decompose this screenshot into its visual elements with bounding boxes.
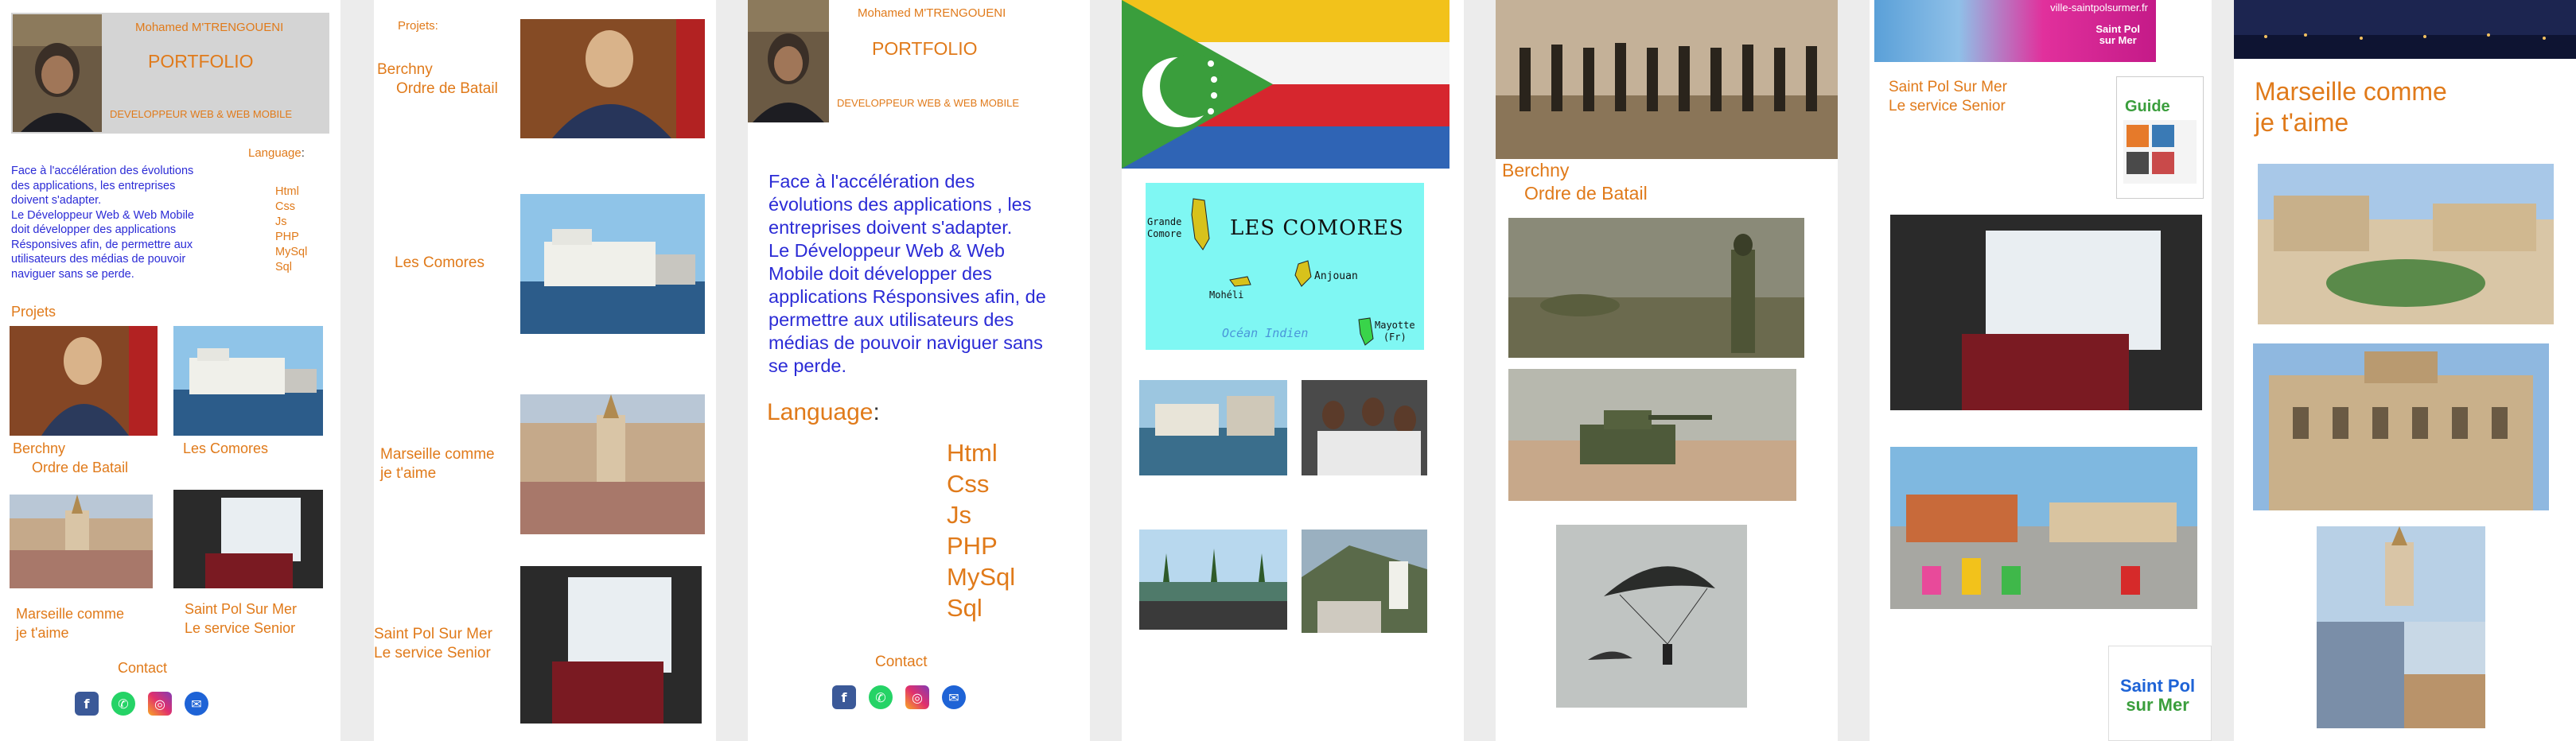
berchny-photo-historic (1496, 0, 1838, 159)
project-label-comores[interactable]: Les Comores (183, 440, 268, 457)
author-name: Mohamed M'TRENGOUENI (858, 6, 1006, 20)
projects-heading-colon: Projets: (398, 19, 438, 33)
comores-photo-beach[interactable] (1139, 530, 1287, 630)
role-text: DEVELOPPEUR WEB & WEB MOBILE (110, 108, 292, 120)
instagram-icon[interactable]: ◎ (905, 685, 929, 709)
project-thumb-comores[interactable] (173, 326, 323, 436)
portfolio-title: PORTFOLIO (148, 51, 254, 72)
comoros-flag-image (1122, 0, 1449, 169)
map-label-grande-comore: Grande Comore (1147, 216, 1182, 239)
author-name: Mohamed M'TRENGOUENI (135, 21, 284, 34)
comoros-map: LES COMORES Grande Comore Mohéli Anjouan … (1146, 183, 1424, 350)
contact-icons: f ✆ ◎ ✉ (75, 692, 208, 716)
saintpol-photo-square[interactable] (1890, 447, 2197, 609)
profile-photo (13, 14, 102, 132)
project-image-berchny[interactable] (520, 19, 705, 138)
saintpol-logo: Saint Pol sur Mer (2120, 676, 2196, 715)
marseille-title: Marseille comme je t'aime (2255, 77, 2447, 137)
guide-brochure: Guide (2116, 76, 2204, 199)
header-box: Mohamed M'TRENGOUENI PORTFOLIO DEVELOPPE… (11, 13, 329, 134)
project-label-saintpol[interactable]: Saint Pol Sur Mer Le service Senior (185, 599, 297, 638)
project-image-saintpol[interactable] (520, 566, 702, 724)
language-label: Language: (248, 146, 305, 160)
portfolio-title: PORTFOLIO (872, 38, 978, 59)
panel-berchny: Berchny Ordre de Batail (1496, 0, 1838, 741)
contact-icons: f ✆ ◎ ✉ (832, 685, 966, 709)
project-label-comores[interactable]: Les Comores (395, 254, 484, 272)
saintpol-photo-interior[interactable] (1890, 215, 2202, 410)
whatsapp-icon[interactable]: ✆ (111, 692, 135, 716)
map-label-ocean: Océan Indien (1222, 326, 1309, 340)
project-thumb-berchny[interactable] (10, 326, 158, 436)
panel-projects: Projets: Berchny Ordre de Batail Les Como… (374, 0, 716, 741)
saintpol-site-url: ville-saintpolsurmer.fr (2050, 2, 2148, 14)
profile-photo (748, 0, 829, 122)
saintpol-banner: ville-saintpolsurmer.fr Saint Pol sur Mer (1874, 0, 2156, 62)
marseille-photo-night (2234, 0, 2576, 59)
panel-saintpol: ville-saintpolsurmer.fr Saint Pol sur Mer… (1870, 0, 2212, 741)
project-label-saintpol[interactable]: Saint Pol Sur Mer Le service Senior (374, 625, 492, 663)
berchny-photo-tank[interactable] (1508, 369, 1796, 501)
project-label-berchny[interactable]: Berchny Ordre de Batail (377, 60, 498, 99)
project-label-marseille[interactable]: Marseille comme je t'aime (16, 604, 124, 642)
comores-photo-crowd[interactable] (1302, 380, 1427, 475)
panel-home-mobile: Mohamed M'TRENGOUENI PORTFOLIO DEVELOPPE… (0, 0, 340, 741)
contact-label: Contact (875, 654, 928, 670)
marseille-photo-collage[interactable] (2317, 526, 2485, 728)
project-thumb-saintpol[interactable] (173, 490, 323, 588)
marseille-photo-building[interactable] (2253, 343, 2549, 510)
language-list: Html Css Js PHP MySql Sql (947, 439, 1016, 622)
berchny-photo-soldiers[interactable] (1508, 218, 1804, 358)
project-thumb-marseille[interactable] (10, 495, 153, 588)
panel-marseille: Marseille comme je t'aime (2234, 0, 2576, 741)
email-icon[interactable]: ✉ (942, 685, 966, 709)
map-title: LES COMORES (1230, 216, 1404, 240)
language-label: Language: (767, 399, 880, 425)
intro-text: Face à l'accélération des évolutions des … (11, 165, 194, 281)
comores-photo-town[interactable] (1302, 530, 1427, 633)
whatsapp-icon[interactable]: ✆ (869, 685, 893, 709)
contact-label: Contact (118, 660, 168, 676)
facebook-icon[interactable]: f (75, 692, 99, 716)
language-list: Html Css Js PHP MySql Sql (275, 185, 308, 274)
intro-text-large: Face à l'accélération des évolutions des … (769, 171, 1046, 376)
saintpol-banner-logo: Saint Pol sur Mer (2095, 23, 2140, 46)
project-image-marseille[interactable] (520, 394, 705, 534)
comores-photo-harbor[interactable] (1139, 380, 1287, 475)
guide-title: Guide (2125, 98, 2170, 115)
projects-heading: Projets (11, 304, 56, 320)
role-text: DEVELOPPEUR WEB & WEB MOBILE (837, 97, 1019, 109)
saintpol-logo-card: Saint Pol sur Mer (2108, 646, 2212, 741)
project-label-berchny[interactable]: Berchny Ordre de Batail (13, 439, 128, 477)
map-label-anjouan: Anjouan (1314, 270, 1358, 282)
panel-home-desktop: Mohamed M'TRENGOUENI PORTFOLIO DEVELOPPE… (748, 0, 1090, 741)
email-icon[interactable]: ✉ (185, 692, 208, 716)
marseille-photo-park[interactable] (2258, 164, 2554, 324)
project-label-marseille[interactable]: Marseille comme je t'aime (380, 445, 495, 483)
project-image-comores[interactable] (520, 194, 705, 334)
project-label-saintpol: Saint Pol Sur Mer Le service Senior (1889, 79, 2007, 114)
map-label-moheli: Mohéli (1209, 289, 1244, 301)
facebook-icon[interactable]: f (832, 685, 856, 709)
berchny-photo-parachute[interactable] (1556, 525, 1747, 708)
instagram-icon[interactable]: ◎ (148, 692, 172, 716)
project-label-berchny: Berchny Ordre de Batail (1502, 160, 1648, 204)
map-label-mayotte: Mayotte (Fr) (1375, 320, 1415, 343)
panel-comores: LES COMORES Grande Comore Mohéli Anjouan … (1122, 0, 1464, 741)
